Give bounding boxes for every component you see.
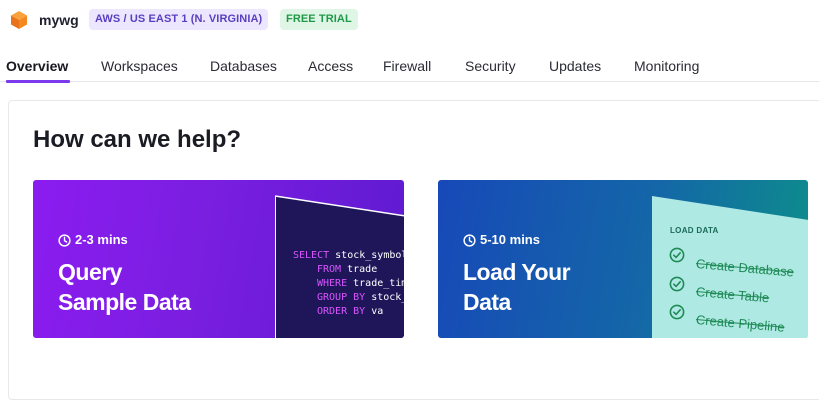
- sql-line: ORDER BY va: [317, 306, 384, 317]
- card-title: Load Your Data: [463, 257, 571, 317]
- sql-line: FROM trade: [317, 264, 378, 275]
- card-title-line: Query: [58, 259, 122, 285]
- help-title: How can we help?: [33, 126, 242, 153]
- load-data-heading: LOAD DATA: [670, 226, 719, 235]
- tab-firewall[interactable]: Firewall: [383, 58, 431, 74]
- sql-line: WHERE trade_time: [317, 278, 404, 289]
- tab-access[interactable]: Access: [308, 58, 353, 74]
- cube-logo-icon: [11, 11, 27, 29]
- query-sample-data-card[interactable]: SELECT stock_symbol FROM trade WHERE tra…: [33, 180, 404, 338]
- workspace-name[interactable]: mywg: [39, 10, 79, 30]
- time-estimate: 5-10 mins: [463, 232, 540, 248]
- card-title-line: Load Your: [463, 259, 571, 285]
- tab-security[interactable]: Security: [465, 58, 516, 74]
- tab-workspaces[interactable]: Workspaces: [101, 58, 178, 74]
- tab-overview[interactable]: Overview: [6, 58, 68, 74]
- sql-line: GROUP BY stock_sy: [317, 292, 404, 303]
- clock-icon: [58, 233, 71, 247]
- top-bar: mywg AWS / US EAST 1 (N. VIRGINIA) FREE …: [0, 0, 819, 42]
- card-title: Query Sample Data: [58, 257, 191, 317]
- region-badge: AWS / US EAST 1 (N. VIRGINIA): [89, 9, 269, 30]
- time-estimate-label: 2-3 mins: [75, 232, 128, 247]
- tab-updates[interactable]: Updates: [549, 58, 601, 74]
- load-your-data-card[interactable]: LOAD DATA Create Database Create Table C…: [438, 180, 808, 338]
- time-estimate-label: 5-10 mins: [480, 232, 540, 247]
- trial-badge: FREE TRIAL: [280, 9, 358, 30]
- check-circle-icon: [669, 276, 685, 292]
- sql-line: SELECT stock_symbol: [293, 250, 404, 261]
- card-title-line: Data: [463, 289, 511, 315]
- tab-databases[interactable]: Databases: [210, 58, 277, 74]
- active-tab-indicator: [6, 80, 70, 83]
- clock-icon: [463, 233, 476, 247]
- tab-bar: Overview Workspaces Databases Access Fir…: [0, 50, 819, 83]
- check-circle-icon: [669, 304, 685, 320]
- check-circle-icon: [669, 247, 685, 263]
- tab-monitoring[interactable]: Monitoring: [634, 58, 699, 74]
- card-title-line: Sample Data: [58, 289, 191, 315]
- time-estimate: 2-3 mins: [58, 232, 128, 248]
